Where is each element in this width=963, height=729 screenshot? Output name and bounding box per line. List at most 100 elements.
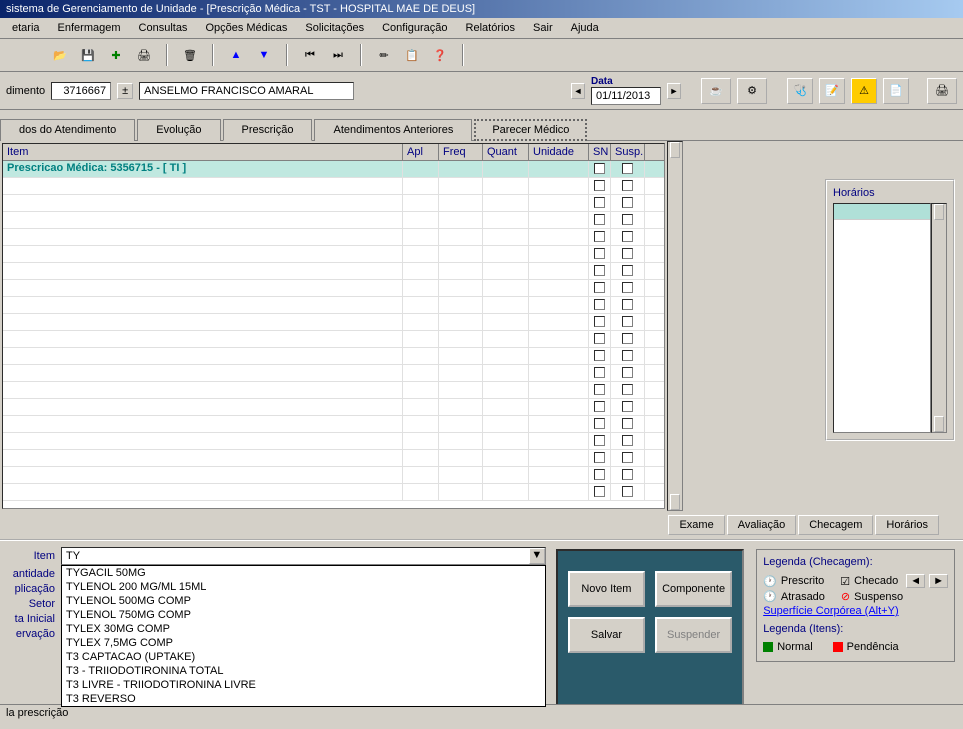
checkbox[interactable] — [594, 435, 605, 446]
tool5-icon[interactable]: ⚠ — [851, 78, 877, 104]
menu-relatorios[interactable]: Relatórios — [458, 20, 524, 36]
checkbox[interactable] — [622, 452, 633, 463]
col-item[interactable]: Item — [3, 144, 403, 160]
menu-opcoes[interactable]: Opções Médicas — [197, 20, 295, 36]
table-row[interactable] — [3, 263, 664, 280]
checkbox[interactable] — [594, 197, 605, 208]
checkbox[interactable] — [622, 418, 633, 429]
checkbox[interactable] — [622, 401, 633, 412]
table-row[interactable] — [3, 416, 664, 433]
date-input[interactable] — [591, 87, 661, 105]
tool2-icon[interactable]: ⚙ — [737, 78, 767, 104]
checkbox[interactable] — [622, 316, 633, 327]
checkbox[interactable] — [594, 282, 605, 293]
suspender-button[interactable]: Suspender — [655, 617, 732, 653]
table-row[interactable] — [3, 348, 664, 365]
checkbox[interactable] — [594, 452, 605, 463]
checkbox[interactable] — [594, 418, 605, 429]
table-row[interactable] — [3, 484, 664, 501]
table-row[interactable] — [3, 280, 664, 297]
checkbox[interactable] — [594, 486, 605, 497]
checkbox[interactable] — [594, 214, 605, 225]
item-dropdown-list[interactable]: TYGACIL 50MGTYLENOL 200 MG/ML 15MLTYLENO… — [61, 565, 546, 707]
checkbox[interactable] — [622, 197, 633, 208]
nav-left-icon[interactable]: ◄ — [906, 574, 925, 588]
checkbox[interactable] — [594, 384, 605, 395]
tool6-icon[interactable]: 📄 — [883, 78, 909, 104]
col-sn[interactable]: SN — [589, 144, 611, 160]
tool4-icon[interactable]: 📝 — [819, 78, 845, 104]
print-icon[interactable]: 🖨 — [132, 43, 156, 67]
dropdown-option[interactable]: TYLENOL 200 MG/ML 15ML — [62, 580, 545, 594]
dropdown-option[interactable]: TYLENOL 500MG COMP — [62, 594, 545, 608]
checkbox[interactable] — [594, 367, 605, 378]
superficie-link[interactable]: Superfície Corpórea (Alt+Y) — [763, 605, 898, 617]
checkbox[interactable] — [594, 469, 605, 480]
up-icon[interactable]: ▲ — [224, 43, 248, 67]
table-row[interactable] — [3, 178, 664, 195]
dropdown-option[interactable]: T3 LIVRE - TRIIODOTIRONINA LIVRE — [62, 678, 545, 692]
menu-sair[interactable]: Sair — [525, 20, 561, 36]
table-row[interactable]: Prescricao Médica: 5356715 - [ TI ] — [3, 161, 664, 178]
subtab-exame[interactable]: Exame — [668, 515, 724, 535]
dropdown-option[interactable]: TYLENOL 750MG COMP — [62, 608, 545, 622]
checkbox[interactable] — [594, 333, 605, 344]
date-next-icon[interactable]: ► — [667, 83, 681, 99]
checkbox[interactable] — [622, 435, 633, 446]
table-row[interactable] — [3, 433, 664, 450]
dropdown-option[interactable]: T3 CAPTACAO (UPTAKE) — [62, 650, 545, 664]
novo-item-button[interactable]: Novo Item — [568, 571, 645, 607]
menu-ajuda[interactable]: Ajuda — [563, 20, 607, 36]
checkbox[interactable] — [594, 180, 605, 191]
checkbox[interactable] — [622, 486, 633, 497]
col-susp[interactable]: Susp. — [611, 144, 645, 160]
subtab-checagem[interactable]: Checagem — [798, 515, 873, 535]
down-icon[interactable]: ▼ — [252, 43, 276, 67]
item-input[interactable] — [61, 547, 546, 565]
checkbox[interactable] — [594, 401, 605, 412]
tab-anteriores[interactable]: Atendimentos Anteriores — [314, 119, 472, 141]
help-icon[interactable]: ❓ — [428, 43, 452, 67]
horarios-list[interactable] — [833, 203, 931, 433]
col-apl[interactable]: Apl — [403, 144, 439, 160]
new-icon[interactable]: ✚ — [104, 43, 128, 67]
save-icon[interactable]: 💾 — [76, 43, 100, 67]
dropdown-option[interactable]: TYLEX 7,5MG COMP — [62, 636, 545, 650]
doc-icon[interactable]: 📋 — [400, 43, 424, 67]
checkbox[interactable] — [622, 248, 633, 259]
checkbox[interactable] — [622, 333, 633, 344]
componente-button[interactable]: Componente — [655, 571, 732, 607]
dropdown-option[interactable]: TYGACIL 50MG — [62, 566, 545, 580]
table-row[interactable] — [3, 382, 664, 399]
checkbox[interactable] — [594, 265, 605, 276]
checkbox[interactable] — [622, 163, 633, 174]
checkbox[interactable] — [594, 231, 605, 242]
horarios-scrollbar[interactable] — [931, 203, 947, 433]
menu-solicitacoes[interactable]: Solicitações — [297, 20, 372, 36]
checkbox[interactable] — [622, 469, 633, 480]
lookup-icon[interactable]: ± — [117, 83, 133, 99]
subtab-avaliacao[interactable]: Avaliação — [727, 515, 797, 535]
edit-icon[interactable]: ✏ — [372, 43, 396, 67]
checkbox[interactable] — [622, 265, 633, 276]
open-icon[interactable]: 📂 — [48, 43, 72, 67]
table-row[interactable] — [3, 467, 664, 484]
menu-consultas[interactable]: Consultas — [131, 20, 196, 36]
item-dropdown-icon[interactable]: ▼ — [529, 548, 545, 564]
subtab-horarios[interactable]: Horários — [875, 515, 939, 535]
table-row[interactable] — [3, 399, 664, 416]
menu-etaria[interactable]: etaria — [4, 20, 48, 36]
print2-icon[interactable]: 🖨 — [927, 78, 957, 104]
patient-name-input[interactable] — [139, 82, 354, 100]
salvar-button[interactable]: Salvar — [568, 617, 645, 653]
checkbox[interactable] — [622, 214, 633, 225]
table-row[interactable] — [3, 229, 664, 246]
checkbox[interactable] — [594, 350, 605, 361]
dropdown-option[interactable]: TYLEX 30MG COMP — [62, 622, 545, 636]
checkbox[interactable] — [622, 350, 633, 361]
table-row[interactable] — [3, 450, 664, 467]
dropdown-option[interactable]: T3 - TRIIODOTIRONINA TOTAL — [62, 664, 545, 678]
col-unidade[interactable]: Unidade — [529, 144, 589, 160]
atendimento-id-input[interactable] — [51, 82, 111, 100]
table-row[interactable] — [3, 297, 664, 314]
